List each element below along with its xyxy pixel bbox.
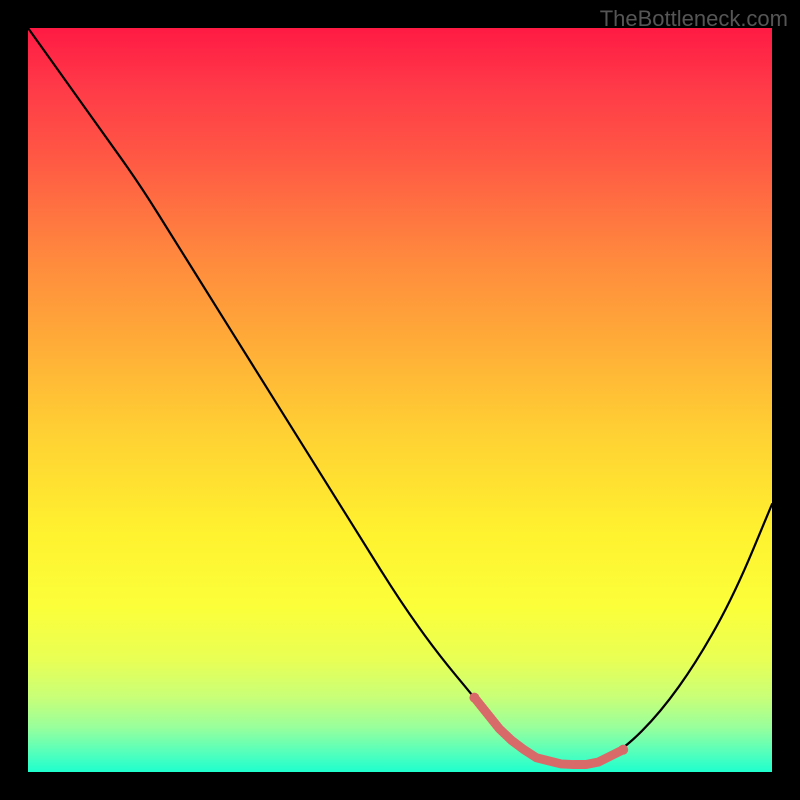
bottleneck-curve [28,28,772,765]
highlight-marker-end [618,745,628,755]
highlight-marker-start [469,693,479,703]
highlight-band [474,698,623,765]
chart-plot-area [28,28,772,772]
chart-svg [28,28,772,772]
watermark-text: TheBottleneck.com [600,6,788,32]
